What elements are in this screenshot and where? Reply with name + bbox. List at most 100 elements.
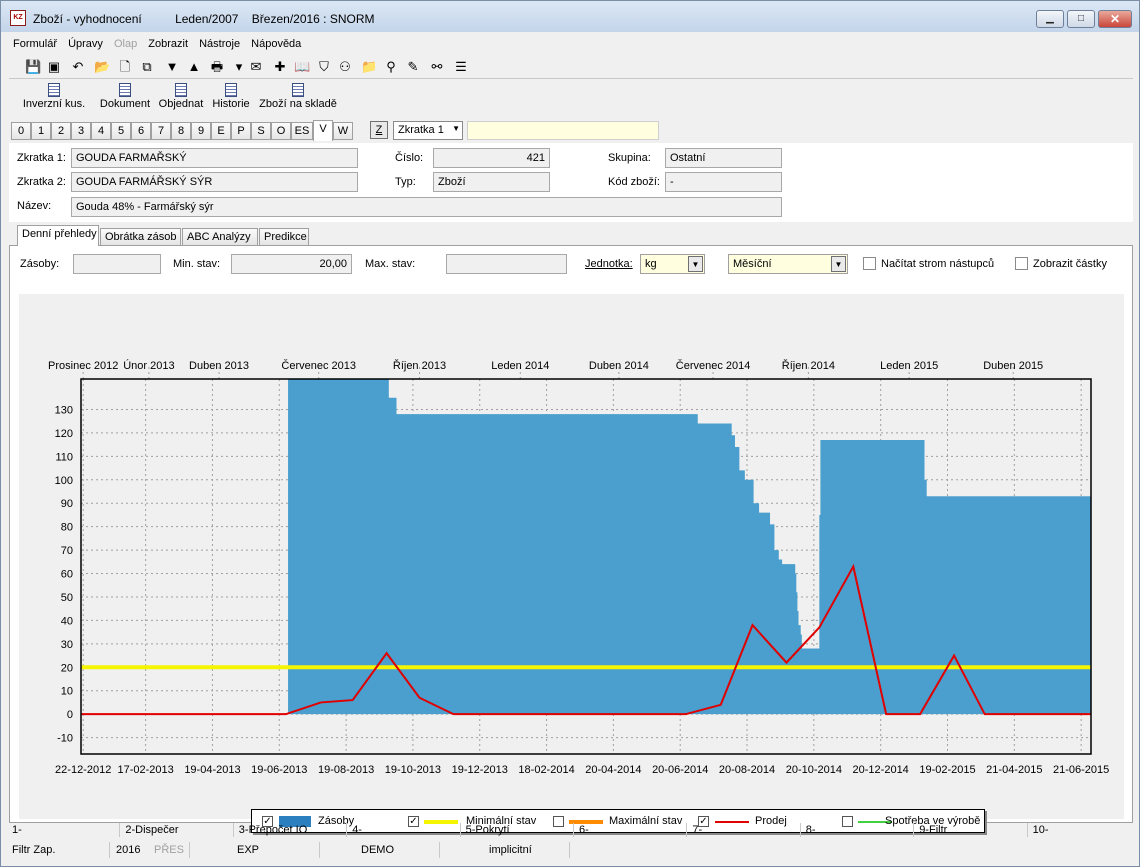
jednotka-select[interactable]: kg ▼ xyxy=(640,254,705,274)
y-tick-label: 90 xyxy=(61,498,73,510)
fkey-5[interactable]: 5-Pokrytí xyxy=(466,824,510,836)
chevron-down-icon: ▼ xyxy=(688,256,703,272)
zobrazit-castky-checkbox[interactable] xyxy=(1015,257,1028,270)
zkratka2-field[interactable]: GOUDA FARMÁŘSKÝ SÝR xyxy=(71,172,358,192)
historie-button[interactable]: Historie xyxy=(211,81,251,115)
zkratka-search-input[interactable] xyxy=(467,121,659,140)
nazev-field[interactable]: Gouda 48% - Farmářský sýr xyxy=(71,197,782,217)
menu-napoveda[interactable]: Nápověda xyxy=(247,32,305,50)
number-tab-o[interactable]: O xyxy=(271,122,291,140)
z-button[interactable]: Z xyxy=(370,121,388,139)
fkey-1[interactable]: 1- xyxy=(12,824,22,836)
number-tab-w[interactable]: W xyxy=(333,122,353,140)
number-tab-3[interactable]: 3 xyxy=(71,122,91,140)
binoculars-icon[interactable]: ⚇ xyxy=(337,59,353,75)
number-tab-s[interactable]: S xyxy=(251,122,271,140)
y-tick-label: 10 xyxy=(61,686,73,698)
print-icon[interactable]: 🖶 xyxy=(209,59,225,75)
fkey-8[interactable]: 8- xyxy=(806,824,816,836)
minimize-button[interactable]: ▁ xyxy=(1036,10,1064,28)
fkey-7[interactable]: 7- xyxy=(692,824,702,836)
typ-field[interactable]: Zboží xyxy=(433,172,550,192)
chevron-down-icon: ▼ xyxy=(831,256,846,272)
cislo-field[interactable]: 421 xyxy=(433,148,550,168)
undo-icon[interactable]: ↶ xyxy=(70,59,86,75)
arrow-up-icon[interactable]: ▲ xyxy=(186,59,202,75)
zkratka2-label: Zkratka 2: xyxy=(17,176,66,188)
excel-icon[interactable]: ✚ xyxy=(272,59,288,75)
top-axis-label: Duben 2015 xyxy=(983,360,1043,372)
y-tick-label: 60 xyxy=(61,569,73,581)
copy-icon[interactable]: ⧉ xyxy=(139,59,155,75)
maximize-button[interactable]: □ xyxy=(1067,10,1095,28)
filter-edit-icon[interactable]: ✎ xyxy=(405,59,421,75)
status-divider xyxy=(189,842,190,858)
dropdown-icon[interactable]: ▾ xyxy=(231,59,247,75)
x-tick-label: 20-06-2014 xyxy=(652,764,708,776)
filter-icon[interactable]: ⛉ xyxy=(316,59,332,75)
kod-zbozi-field[interactable]: - xyxy=(665,172,782,192)
detail-panel: Zkratka 1: GOUDA FARMAŘSKÝ Zkratka 2: GO… xyxy=(9,143,1133,222)
menu-zobrazit[interactable]: Zobrazit xyxy=(144,32,192,50)
find-next-icon[interactable]: ⚲ xyxy=(383,59,399,75)
zkratka-select[interactable]: Zkratka 1 ▼ xyxy=(393,121,463,140)
min-stav-field[interactable]: 20,00 xyxy=(231,254,352,274)
find-all-icon[interactable]: ⚯ xyxy=(429,59,445,75)
zkratka1-field[interactable]: GOUDA FARMAŘSKÝ xyxy=(71,148,358,168)
window-frame: Formulář Úpravy Olap Zobrazit Nástroje N… xyxy=(0,32,1140,867)
number-tab-1[interactable]: 1 xyxy=(31,122,51,140)
number-tab-8[interactable]: 8 xyxy=(171,122,191,140)
fkey-9[interactable]: 9-Filtr xyxy=(919,824,947,836)
book-icon[interactable]: 📖 xyxy=(294,59,310,75)
document-icon xyxy=(48,83,60,97)
y-tick-label: 20 xyxy=(61,662,73,674)
y-tick-label: 80 xyxy=(61,522,73,534)
fkey-divider xyxy=(913,823,915,837)
fkey-3[interactable]: 3-Přepočet IO xyxy=(239,824,307,836)
filter-folder-icon[interactable]: 📁 xyxy=(361,59,377,75)
zasoby-field[interactable] xyxy=(73,254,161,274)
menu-nastroje[interactable]: Nástroje xyxy=(195,32,244,50)
number-tab-4[interactable]: 4 xyxy=(91,122,111,140)
number-tab-v[interactable]: V xyxy=(313,120,333,141)
tab-predikce[interactable]: Predikce xyxy=(259,228,309,246)
new-document-icon[interactable]: 🗋 xyxy=(117,59,133,75)
inverzni-kus-button[interactable]: Inverzní kus. xyxy=(19,81,89,115)
number-tab-5[interactable]: 5 xyxy=(111,122,131,140)
close-button[interactable]: ✕ xyxy=(1098,10,1132,28)
fkey-2[interactable]: 2-Dispečer xyxy=(125,824,178,836)
fkey-6[interactable]: 6- xyxy=(579,824,589,836)
number-tab-e[interactable]: E xyxy=(211,122,231,140)
number-tab-2[interactable]: 2 xyxy=(51,122,71,140)
objednat-button[interactable]: Objednat xyxy=(157,81,205,115)
dokument-button[interactable]: Dokument xyxy=(97,81,153,115)
top-axis-label: Prosinec 2012 xyxy=(48,360,118,372)
max-stav-field[interactable] xyxy=(446,254,567,274)
number-tab-9[interactable]: 9 xyxy=(191,122,211,140)
number-tab-0[interactable]: 0 xyxy=(11,122,31,140)
arrow-down-icon[interactable]: ▼ xyxy=(164,59,180,75)
number-tab-6[interactable]: 6 xyxy=(131,122,151,140)
skupina-field[interactable]: Ostatní xyxy=(665,148,782,168)
mail-icon[interactable]: ✉ xyxy=(248,59,264,75)
top-axis-label: Červenec 2014 xyxy=(676,359,751,372)
fkey-4[interactable]: 4- xyxy=(352,824,362,836)
tab-denni-prehledy[interactable]: Denní přehledy xyxy=(17,225,99,246)
number-tab-p[interactable]: P xyxy=(231,122,251,140)
menu-olap[interactable]: Olap xyxy=(110,32,141,50)
tab-obratka-zasob[interactable]: Obrátka zásob xyxy=(100,228,181,246)
fkey-10[interactable]: 10- xyxy=(1033,824,1049,836)
nacitat-strom-checkbox[interactable] xyxy=(863,257,876,270)
period-select[interactable]: Měsíční ▼ xyxy=(728,254,848,274)
save-as-icon[interactable]: ▣ xyxy=(46,59,62,75)
number-tab-es[interactable]: ES xyxy=(291,122,313,140)
save-icon[interactable]: 💾 xyxy=(25,59,41,75)
status-exp: EXP xyxy=(237,844,260,856)
zbozi-na-sklade-button[interactable]: Zboží na skladě xyxy=(257,81,339,115)
tab-abc-analyzy[interactable]: ABC Analýzy xyxy=(182,228,258,246)
menu-formular[interactable]: Formulář xyxy=(9,32,61,50)
number-tab-7[interactable]: 7 xyxy=(151,122,171,140)
open-folder-icon[interactable]: 📂 xyxy=(94,59,110,75)
menu-upravy[interactable]: Úpravy xyxy=(64,32,107,50)
list-icon[interactable]: ☰ xyxy=(453,59,469,75)
